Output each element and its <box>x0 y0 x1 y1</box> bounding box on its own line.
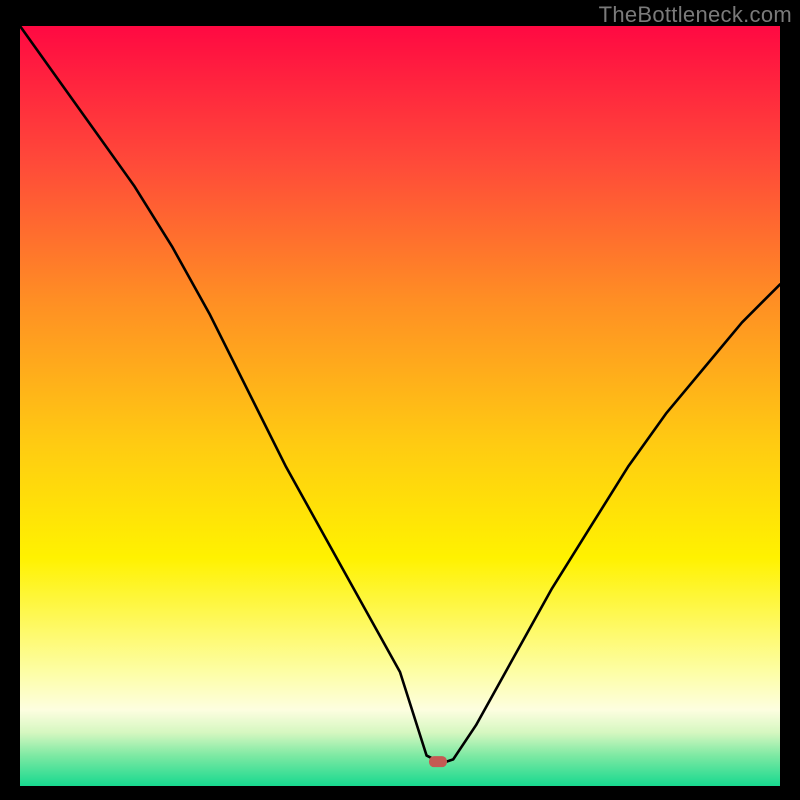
current-position-marker <box>429 756 447 767</box>
bottleneck-chart-svg <box>20 26 780 786</box>
chart-container: TheBottleneck.com <box>0 0 800 800</box>
plot-area <box>20 26 780 786</box>
watermark-text: TheBottleneck.com <box>599 2 792 28</box>
